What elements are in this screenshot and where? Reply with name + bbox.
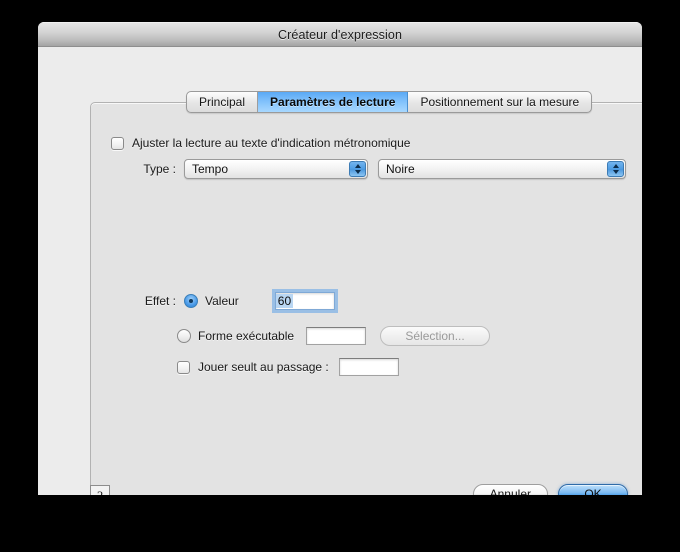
chevron-up-icon	[613, 164, 619, 168]
radio-valeur[interactable]	[184, 294, 198, 308]
chevron-down-icon	[613, 170, 619, 174]
type-popup-primary-value: Tempo	[185, 162, 228, 176]
effect-label: Effet :	[134, 294, 176, 308]
effect-executable-row: Forme exécutable Sélection...	[177, 326, 490, 346]
title-bar: Créateur d'expression	[38, 22, 642, 47]
window-title: Créateur d'expression	[278, 28, 402, 42]
cancel-button[interactable]: Annuler	[473, 484, 548, 495]
help-button[interactable]: ?	[90, 485, 110, 495]
tab-bar: Principal Paramètres de lecture Position…	[90, 91, 642, 113]
radio-valeur-label: Valeur	[205, 294, 239, 308]
chevron-up-icon	[355, 164, 361, 168]
passage-input[interactable]	[339, 358, 399, 376]
adjust-playback-checkbox[interactable]	[111, 137, 124, 150]
chevron-updown-icon-secondary	[607, 161, 624, 177]
play-on-passage-checkbox[interactable]	[177, 361, 190, 374]
adjust-playback-row: Ajuster la lecture au texte d'indication…	[111, 136, 410, 150]
chevron-updown-icon	[349, 161, 366, 177]
dialog-window: Créateur d'expression Principal Paramètr…	[38, 22, 642, 495]
ok-button[interactable]: OK	[558, 484, 628, 495]
tab-strip: Principal Paramètres de lecture Position…	[186, 91, 592, 113]
footer-buttons: Annuler OK	[473, 484, 628, 495]
radio-forme-executable[interactable]	[177, 329, 191, 343]
play-on-passage-label: Jouer seult au passage :	[198, 360, 329, 374]
value-input[interactable]: 60	[275, 292, 335, 310]
adjust-playback-label: Ajuster la lecture au texte d'indication…	[132, 136, 410, 150]
type-popup-primary[interactable]: Tempo	[184, 159, 368, 179]
tab-parametres-de-lecture[interactable]: Paramètres de lecture	[258, 92, 408, 112]
play-on-passage-row: Jouer seult au passage :	[177, 358, 399, 376]
selection-button[interactable]: Sélection...	[380, 326, 490, 346]
type-label: Type :	[126, 162, 176, 176]
radio-forme-executable-label: Forme exécutable	[198, 329, 294, 343]
executable-input[interactable]	[306, 327, 366, 345]
value-input-text: 60	[276, 294, 293, 308]
chevron-down-icon	[355, 170, 361, 174]
type-popup-secondary[interactable]: Noire	[378, 159, 626, 179]
effect-value-row: Effet : Valeur 60	[134, 292, 335, 310]
tab-positionnement-sur-la-mesure[interactable]: Positionnement sur la mesure	[408, 92, 591, 112]
dialog-body: Principal Paramètres de lecture Position…	[38, 47, 642, 494]
type-popup-secondary-value: Noire	[379, 162, 415, 176]
tab-principal[interactable]: Principal	[187, 92, 258, 112]
type-row: Type : Tempo Noire	[126, 159, 626, 179]
